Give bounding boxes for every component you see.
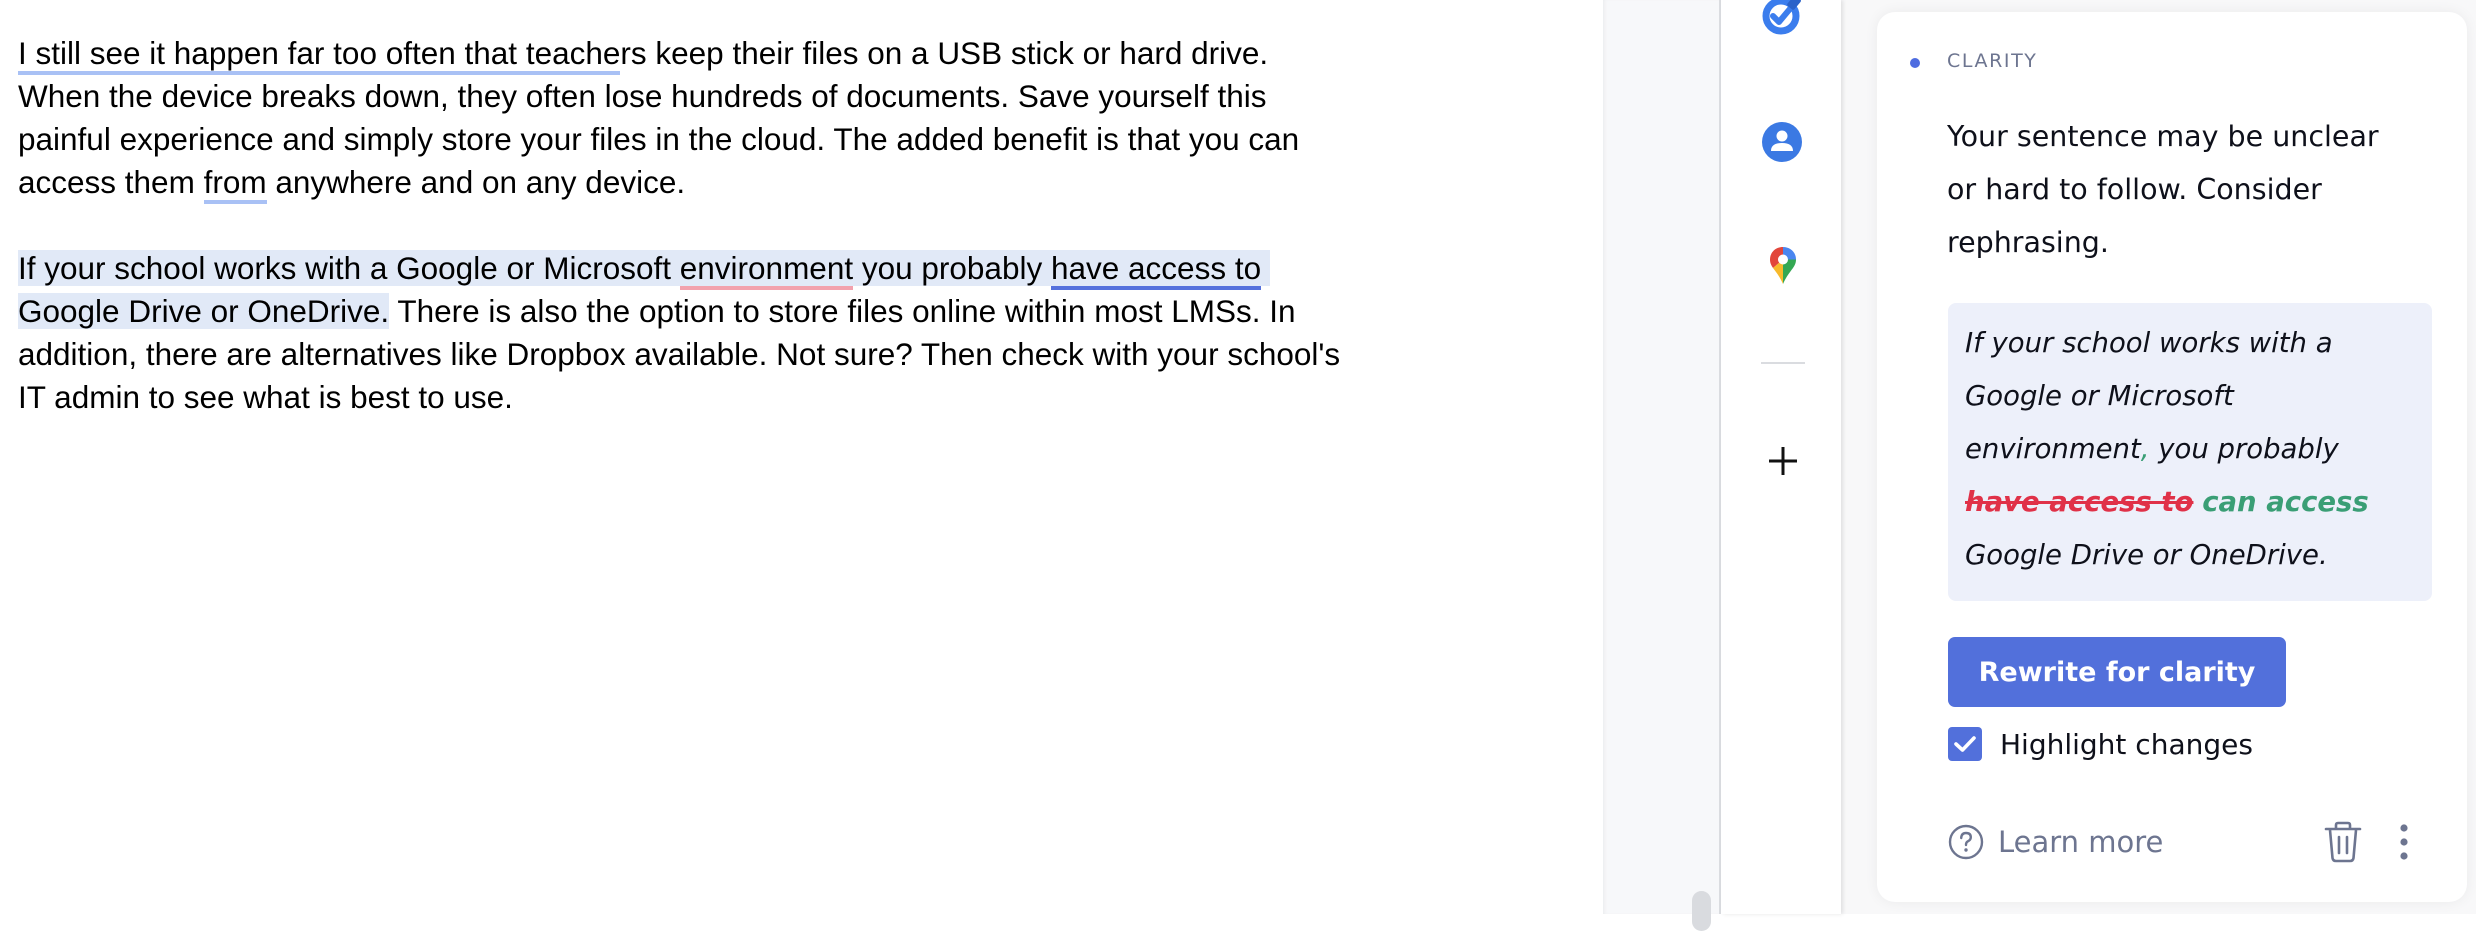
- inserted-text: can access: [2202, 486, 2369, 518]
- checkmark-icon: [1954, 736, 1976, 752]
- suggestion-message: Your sentence may be unclear or hard to …: [1947, 120, 2379, 259]
- writing-assistant-panel: CLARITY Your sentence may be unclear or …: [1841, 0, 2476, 914]
- category-label: CLARITY: [1947, 50, 2038, 72]
- suggestion-card[interactable]: CLARITY Your sentence may be unclear or …: [1877, 12, 2467, 902]
- category-dot: [1910, 58, 1920, 68]
- rewrite-for-clarity-button[interactable]: Rewrite for clarity: [1948, 637, 2286, 707]
- google-tasks-icon[interactable]: [1762, 0, 1802, 41]
- text-segment: When the device breaks down, they often …: [18, 78, 1267, 114]
- scrollbar-thumb[interactable]: [1692, 891, 1711, 931]
- text-segment: painful experience and simply store your…: [18, 121, 1300, 157]
- learn-more-label: Learn more: [1998, 825, 2164, 859]
- deleted-text: have access to: [1965, 486, 2194, 518]
- active-sentence-highlight[interactable]: If your school works with a Google or Mi…: [18, 250, 680, 286]
- rail-divider: [1761, 362, 1805, 364]
- text-segment: rs keep their files on a USB stick or ha…: [620, 35, 1269, 71]
- document-gutter: [1603, 0, 1721, 931]
- document-line: When the device breaks down, they often …: [18, 75, 1266, 117]
- suggestion-underline[interactable]: I still see it happen far too often that…: [18, 35, 621, 75]
- spelling-issue-highlight[interactable]: environment: [679, 250, 854, 290]
- text-segment: There is also the option to store files …: [389, 293, 1296, 329]
- highlight-changes-checkbox[interactable]: [1948, 727, 1982, 761]
- highlight-changes-label: Highlight changes: [2000, 727, 2253, 761]
- document-line: access them from anywhere and on any dev…: [18, 161, 686, 204]
- learn-more-link[interactable]: Learn more: [1948, 820, 2163, 864]
- suggestion-preview[interactable]: If your school works with a Google or Mi…: [1948, 303, 2432, 601]
- document-line: painful experience and simply store your…: [18, 118, 1299, 160]
- text-segment: IT admin to see what is best to use.: [18, 379, 513, 415]
- document-editor[interactable]: I still see it happen far too often that…: [0, 0, 1603, 914]
- document-line: Google Drive or OneDrive. There is also …: [18, 290, 1296, 332]
- side-panel-rail: [1721, 0, 1841, 914]
- dismiss-trash-icon[interactable]: [2323, 820, 2363, 868]
- suggestion-underline[interactable]: from: [203, 164, 267, 204]
- suggestion-context-after: Google Drive or OneDrive.: [1965, 539, 2328, 571]
- highlight-changes-row[interactable]: Highlight changes: [1948, 726, 2253, 762]
- text-segment: anywhere and on any device.: [266, 164, 686, 200]
- card-footer: Learn more: [1948, 820, 2448, 864]
- active-sentence-highlight[interactable]: you probably: [853, 250, 1051, 286]
- active-sentence-highlight[interactable]: [1261, 250, 1270, 286]
- suggestion-text: If your school works with a Google or Mi…: [1965, 317, 2416, 582]
- document-line: I still see it happen far too often that…: [18, 32, 1269, 75]
- inserted-comma: ,: [2140, 433, 2150, 465]
- document-line: If your school works with a Google or Mi…: [18, 247, 1270, 290]
- help-circle-icon: [1948, 824, 1984, 860]
- google-contacts-icon[interactable]: [1761, 121, 1803, 168]
- suggestion-context-middle: you probably: [2149, 433, 2339, 465]
- text-segment: access them: [18, 164, 204, 200]
- clarity-issue-highlight[interactable]: have access to: [1050, 250, 1262, 290]
- more-options-icon[interactable]: [2398, 822, 2410, 866]
- active-sentence-highlight[interactable]: Google Drive or OneDrive.: [18, 293, 390, 329]
- document-line: IT admin to see what is best to use.: [18, 376, 513, 418]
- google-maps-icon[interactable]: [1769, 246, 1797, 291]
- document-line: addition, there are alternatives like Dr…: [18, 333, 1340, 375]
- text-segment: addition, there are alternatives like Dr…: [18, 336, 1341, 372]
- add-addon-icon[interactable]: [1767, 445, 1799, 482]
